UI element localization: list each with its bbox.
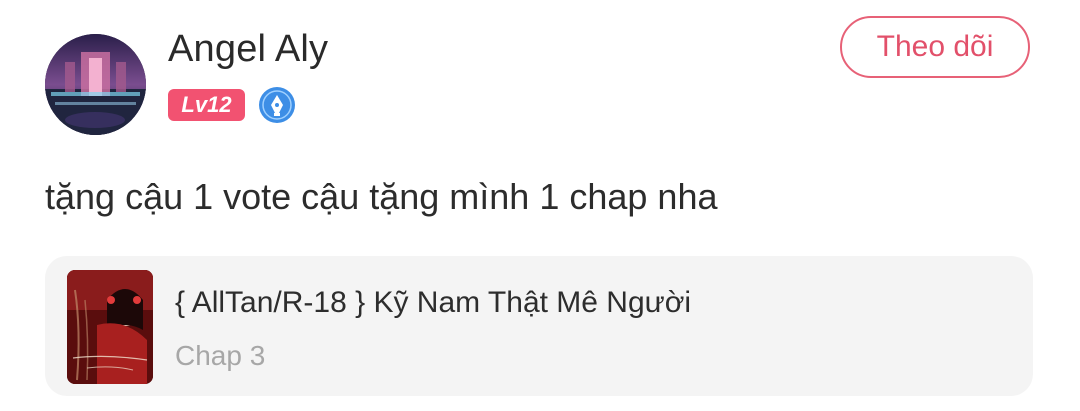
story-cover (67, 270, 153, 384)
avatar-image (45, 34, 146, 135)
comment-text: tặng cậu 1 vote cậu tặng mình 1 chap nha (45, 176, 718, 217)
story-chapter: Chap 3 (175, 340, 266, 371)
follow-button[interactable]: Theo dõi (840, 16, 1030, 78)
story-card[interactable]: { AllTan/R-18 } Kỹ Nam Thật Mê Người Cha… (45, 256, 1033, 396)
level-badge: Lv12 (168, 89, 245, 121)
story-title: { AllTan/R-18 } Kỹ Nam Thật Mê Người (175, 286, 692, 319)
username[interactable]: Angel Aly (168, 28, 328, 71)
avatar[interactable] (45, 34, 146, 135)
comment-post: Angel Aly Lv12 Theo dõi tặng cậu 1 vote … (0, 0, 1080, 411)
pen-nib-badge-icon (258, 86, 296, 124)
